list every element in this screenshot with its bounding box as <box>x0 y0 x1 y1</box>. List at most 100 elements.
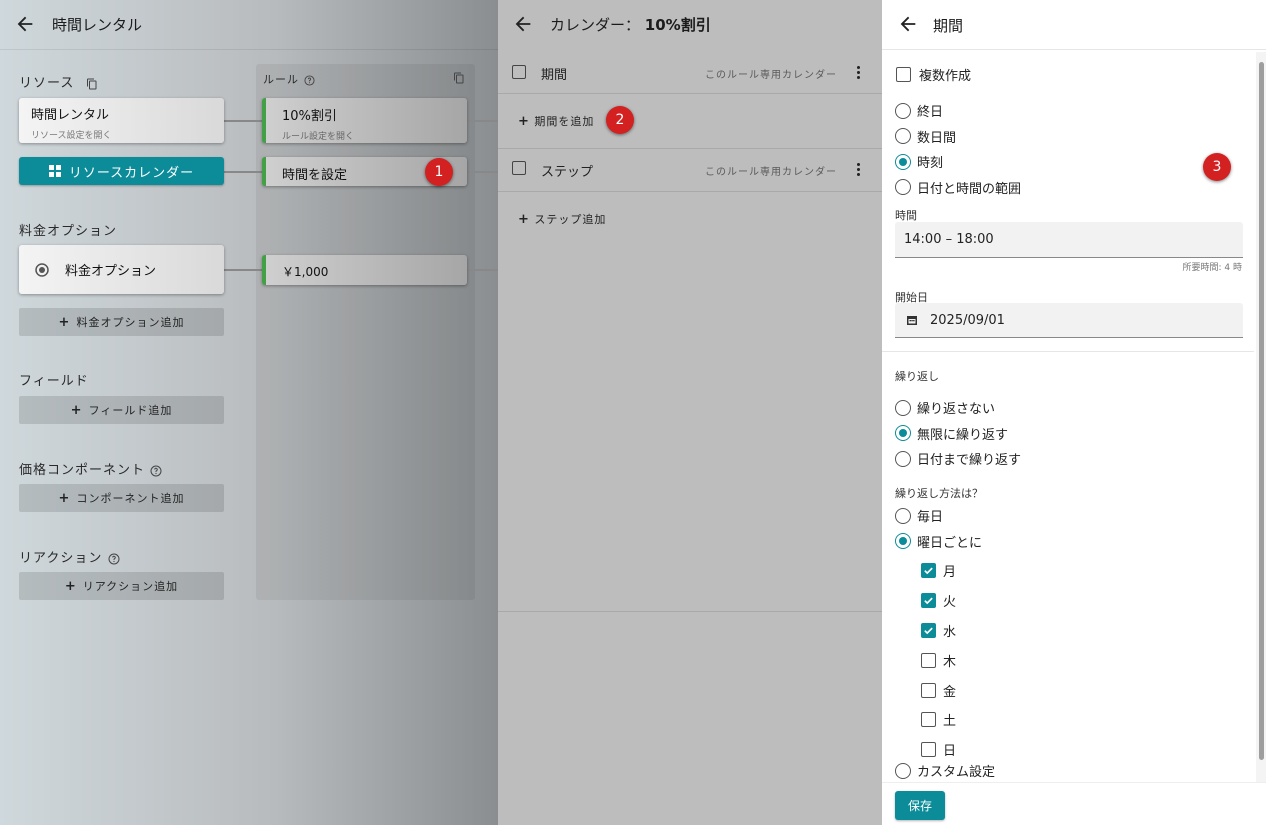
radio[interactable] <box>895 128 911 145</box>
rule-card-subtitle: ルール設定を開く <box>282 132 355 142</box>
help-icon[interactable] <box>303 74 315 86</box>
calendar-title: カレンダー： 10%割引 <box>550 16 711 34</box>
resources-label: リソース <box>19 72 98 91</box>
repeat-label: 繰り返し <box>895 370 939 383</box>
weekday-fri[interactable]: 金 <box>921 675 956 705</box>
fields-label: フィールド <box>19 374 89 389</box>
radio[interactable] <box>895 399 911 416</box>
scrollbar[interactable] <box>1256 52 1266 782</box>
add-period-button[interactable]: + 期間を追加 <box>518 113 594 129</box>
calendar-panel: カレンダー： 10%割引 期間 このルール専用カレンダー + 期間を追加 2 ス… <box>498 0 882 825</box>
repeat-method-label: 繰り返し方法は？ <box>895 487 983 500</box>
weekday-list: 月 火 水 木 金 土 日 <box>921 556 956 765</box>
price-component-label: 価格コンポーネント <box>19 459 162 478</box>
plus-icon: + <box>58 490 71 506</box>
weekday-mon[interactable]: 月 <box>921 556 956 586</box>
custom-setting-option[interactable]: カスタム設定 <box>895 761 995 780</box>
radio[interactable] <box>895 507 911 524</box>
duration-option[interactable]: 時刻 <box>895 149 1021 175</box>
add-field-button[interactable]: + フィールド追加 <box>19 396 224 424</box>
save-button[interactable]: 保存 <box>895 791 945 820</box>
radio-selected[interactable] <box>895 533 911 550</box>
radio-selected[interactable] <box>895 425 911 442</box>
radio[interactable] <box>895 179 911 196</box>
back-arrow-icon[interactable] <box>897 13 919 35</box>
plus-icon: + <box>518 212 530 227</box>
add-reaction-button[interactable]: + リアクション追加 <box>19 572 224 600</box>
period-checkbox[interactable] <box>512 65 526 79</box>
step-badge-3: 3 <box>1203 153 1231 181</box>
plus-icon: + <box>64 578 77 594</box>
repeat-option[interactable]: 繰り返さない <box>895 395 1021 421</box>
plus-icon: + <box>518 114 530 129</box>
price-option-label: 料金オプション <box>65 264 157 279</box>
multi-create-checkbox[interactable] <box>896 67 911 82</box>
repeat-option[interactable]: 日付まで繰り返す <box>895 446 1021 472</box>
step-checkbox[interactable] <box>512 161 526 175</box>
checkbox-checked[interactable] <box>921 622 936 638</box>
repeat-option[interactable]: 無限に繰り返す <box>895 421 1021 447</box>
price-value: ￥1,000 <box>282 265 329 279</box>
grid-icon <box>48 165 61 177</box>
connector-line <box>224 171 262 173</box>
resource-calendar-button[interactable]: リソースカレンダー <box>19 157 224 185</box>
checkbox-checked[interactable] <box>921 593 936 609</box>
period-label: 期間 <box>541 68 568 83</box>
radio[interactable] <box>895 450 911 467</box>
period-note: このルール専用カレンダー <box>705 70 837 81</box>
footer: 保存 <box>882 782 1266 825</box>
copy-icon[interactable] <box>453 72 465 84</box>
checkbox[interactable] <box>921 652 936 668</box>
time-field[interactable]: 14:00 – 18:00 <box>895 222 1243 258</box>
price-value-card[interactable]: ￥1,000 <box>262 255 467 285</box>
radio[interactable] <box>895 762 911 779</box>
check-icon <box>924 567 933 575</box>
copy-icon[interactable] <box>86 78 98 90</box>
plus-icon: + <box>70 402 83 418</box>
help-icon[interactable] <box>108 553 120 565</box>
weekday-tue[interactable]: 火 <box>921 586 956 616</box>
duration-option[interactable]: 日付と時間の範囲 <box>895 175 1021 201</box>
connector-line <box>467 120 498 122</box>
weekday-wed[interactable]: 水 <box>921 616 956 646</box>
resource-editor-panel: 時間レンタル リソース ルール 時間レンタル リソース設定を開く リソースカレン… <box>0 0 498 825</box>
step-row: ステップ このルール専用カレンダー <box>498 149 882 192</box>
checkbox[interactable] <box>921 742 936 758</box>
scrollbar-thumb[interactable] <box>1259 62 1264 760</box>
checkbox-checked[interactable] <box>921 563 936 579</box>
radio-target-icon <box>35 262 49 277</box>
back-arrow-icon[interactable] <box>512 13 534 35</box>
add-component-button[interactable]: + コンポーネント追加 <box>19 484 224 512</box>
divider <box>882 351 1254 352</box>
radio-selected[interactable] <box>895 153 911 170</box>
help-icon[interactable] <box>150 465 162 477</box>
resource-card-title: 時間レンタル <box>31 108 110 123</box>
resource-card[interactable]: 時間レンタル リソース設定を開く <box>19 98 224 143</box>
weekday-thu[interactable]: 木 <box>921 645 956 675</box>
price-options-label: 料金オプション <box>19 224 118 239</box>
add-step-button[interactable]: + ステップ追加 <box>518 211 606 227</box>
multi-create-option[interactable]: 複数作成 <box>896 65 971 84</box>
add-step-row: + ステップ追加 <box>498 192 882 612</box>
radio[interactable] <box>895 102 911 119</box>
rule-card[interactable]: 10%割引 ルール設定を開く <box>262 98 467 143</box>
method-option[interactable]: 毎日 <box>895 503 982 529</box>
connector-line <box>224 269 262 271</box>
more-vert-icon[interactable] <box>857 163 860 176</box>
add-price-option-button[interactable]: + 料金オプション追加 <box>19 308 224 336</box>
checkbox[interactable] <box>921 682 936 698</box>
weekday-sat[interactable]: 土 <box>921 705 956 735</box>
start-date-field[interactable]: 2025/09/01 <box>895 303 1243 338</box>
step-badge-1: 1 <box>425 158 453 186</box>
duration-option[interactable]: 数日間 <box>895 124 1021 150</box>
more-vert-icon[interactable] <box>857 66 860 79</box>
rules-column <box>256 64 475 600</box>
back-arrow-icon[interactable] <box>14 13 36 35</box>
price-option-card[interactable]: 料金オプション <box>19 245 224 294</box>
resource-card-subtitle: リソース設定を開く <box>31 131 112 141</box>
reaction-label: リアクション <box>19 547 120 566</box>
checkbox[interactable] <box>921 712 936 728</box>
method-option[interactable]: 曜日ごとに <box>895 529 982 555</box>
time-hint: 所要時間: 4 時 <box>1182 263 1242 273</box>
duration-option[interactable]: 終日 <box>895 98 1021 124</box>
